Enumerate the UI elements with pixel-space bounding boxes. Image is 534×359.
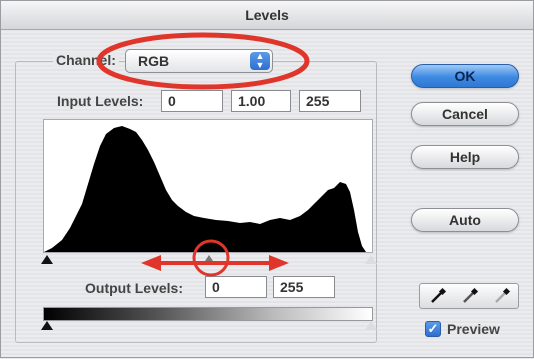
help-button[interactable]: Help: [411, 145, 519, 169]
eyedropper-white-icon[interactable]: [492, 287, 512, 305]
eyedropper-gray-icon[interactable]: [460, 287, 480, 305]
output-black-slider[interactable]: [41, 321, 53, 330]
preview-checkbox[interactable]: ✓: [425, 321, 441, 337]
checkmark-icon: ✓: [427, 321, 439, 336]
cancel-button[interactable]: Cancel: [411, 102, 519, 126]
levels-dialog: Levels Channel: RGB ▲ ▼ Input Levels: 0 1…: [0, 0, 534, 358]
preview-label: Preview: [447, 321, 500, 337]
input-black-field[interactable]: 0: [161, 90, 223, 112]
input-gamma-field[interactable]: 1.00: [231, 90, 291, 112]
input-black-slider[interactable]: [41, 255, 53, 264]
output-levels-label: Output Levels:: [85, 280, 184, 296]
output-white-slider[interactable]: [365, 321, 377, 330]
input-levels-label: Input Levels:: [57, 93, 144, 109]
input-gamma-slider[interactable]: [203, 255, 215, 264]
histogram: [43, 119, 373, 253]
histogram-area: [44, 126, 366, 252]
output-black-field[interactable]: 0: [205, 276, 267, 298]
input-white-field[interactable]: 255: [299, 90, 361, 112]
window-title: Levels: [1, 1, 533, 30]
eyedropper-group: [419, 283, 519, 309]
channel-select[interactable]: RGB ▲ ▼: [125, 49, 273, 73]
output-white-field[interactable]: 255: [273, 276, 335, 298]
chevron-updown-icon: ▲ ▼: [250, 52, 270, 70]
output-gradient-bar: [43, 307, 373, 321]
ok-button[interactable]: OK: [411, 64, 519, 88]
histogram-graph: [44, 126, 366, 252]
auto-button[interactable]: Auto: [411, 208, 519, 232]
channel-value: RGB: [138, 53, 170, 69]
eyedropper-black-icon[interactable]: [428, 287, 448, 305]
channel-label: Channel:: [53, 52, 119, 68]
input-white-slider[interactable]: [365, 255, 377, 264]
